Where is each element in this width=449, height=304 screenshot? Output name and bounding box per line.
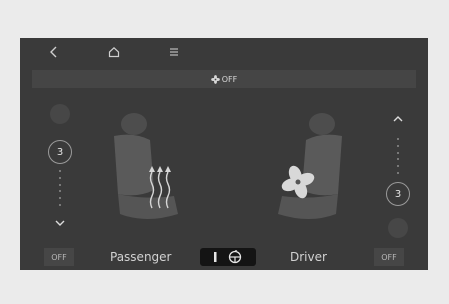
driver-level-down-button[interactable] bbox=[388, 218, 408, 238]
driver-level-control: 3 bbox=[382, 104, 414, 254]
toggle-bar-icon bbox=[214, 252, 217, 262]
menu-icon bbox=[170, 48, 178, 56]
passenger-off-button[interactable]: OFF bbox=[44, 248, 74, 266]
passenger-level-indicator: 3 bbox=[48, 140, 72, 164]
driver-level-indicator: 3 bbox=[386, 182, 410, 206]
passenger-level-up-button[interactable] bbox=[50, 104, 70, 124]
passenger-label: Passenger bbox=[110, 250, 172, 264]
driver-seat-icon bbox=[278, 113, 342, 219]
steering-wheel-icon bbox=[214, 250, 242, 264]
top-navigation bbox=[20, 38, 428, 66]
home-icon bbox=[108, 46, 120, 58]
passenger-level-dots bbox=[58, 170, 62, 206]
passenger-level-control: 3 bbox=[44, 104, 76, 254]
bottom-bar: OFF Passenger Driver OFF bbox=[20, 244, 428, 270]
chevron-down-icon bbox=[55, 220, 65, 226]
driver-label: Driver bbox=[290, 250, 327, 264]
climate-seat-screen: OFF 3 3 OFF Passenger Driver OFF bbox=[20, 38, 428, 270]
driver-off-button[interactable]: OFF bbox=[374, 248, 404, 266]
menu-button[interactable] bbox=[160, 40, 188, 64]
driver-level-dots bbox=[396, 138, 400, 174]
fan-icon bbox=[210, 74, 220, 84]
passenger-seat-heating-button[interactable] bbox=[94, 110, 194, 232]
passenger-level-down-button[interactable] bbox=[50, 216, 70, 230]
chevron-up-icon bbox=[393, 116, 403, 122]
home-button[interactable] bbox=[100, 40, 128, 64]
chevron-left-icon bbox=[50, 46, 57, 58]
seat-sync-button[interactable] bbox=[200, 248, 256, 266]
fan-status-text: OFF bbox=[221, 74, 238, 84]
driver-level-up-button[interactable] bbox=[388, 112, 408, 126]
fan-status-bar[interactable]: OFF bbox=[32, 70, 416, 88]
passenger-seat-icon bbox=[114, 113, 178, 219]
driver-seat-ventilation-button[interactable] bbox=[260, 110, 360, 232]
back-button[interactable] bbox=[40, 40, 68, 64]
